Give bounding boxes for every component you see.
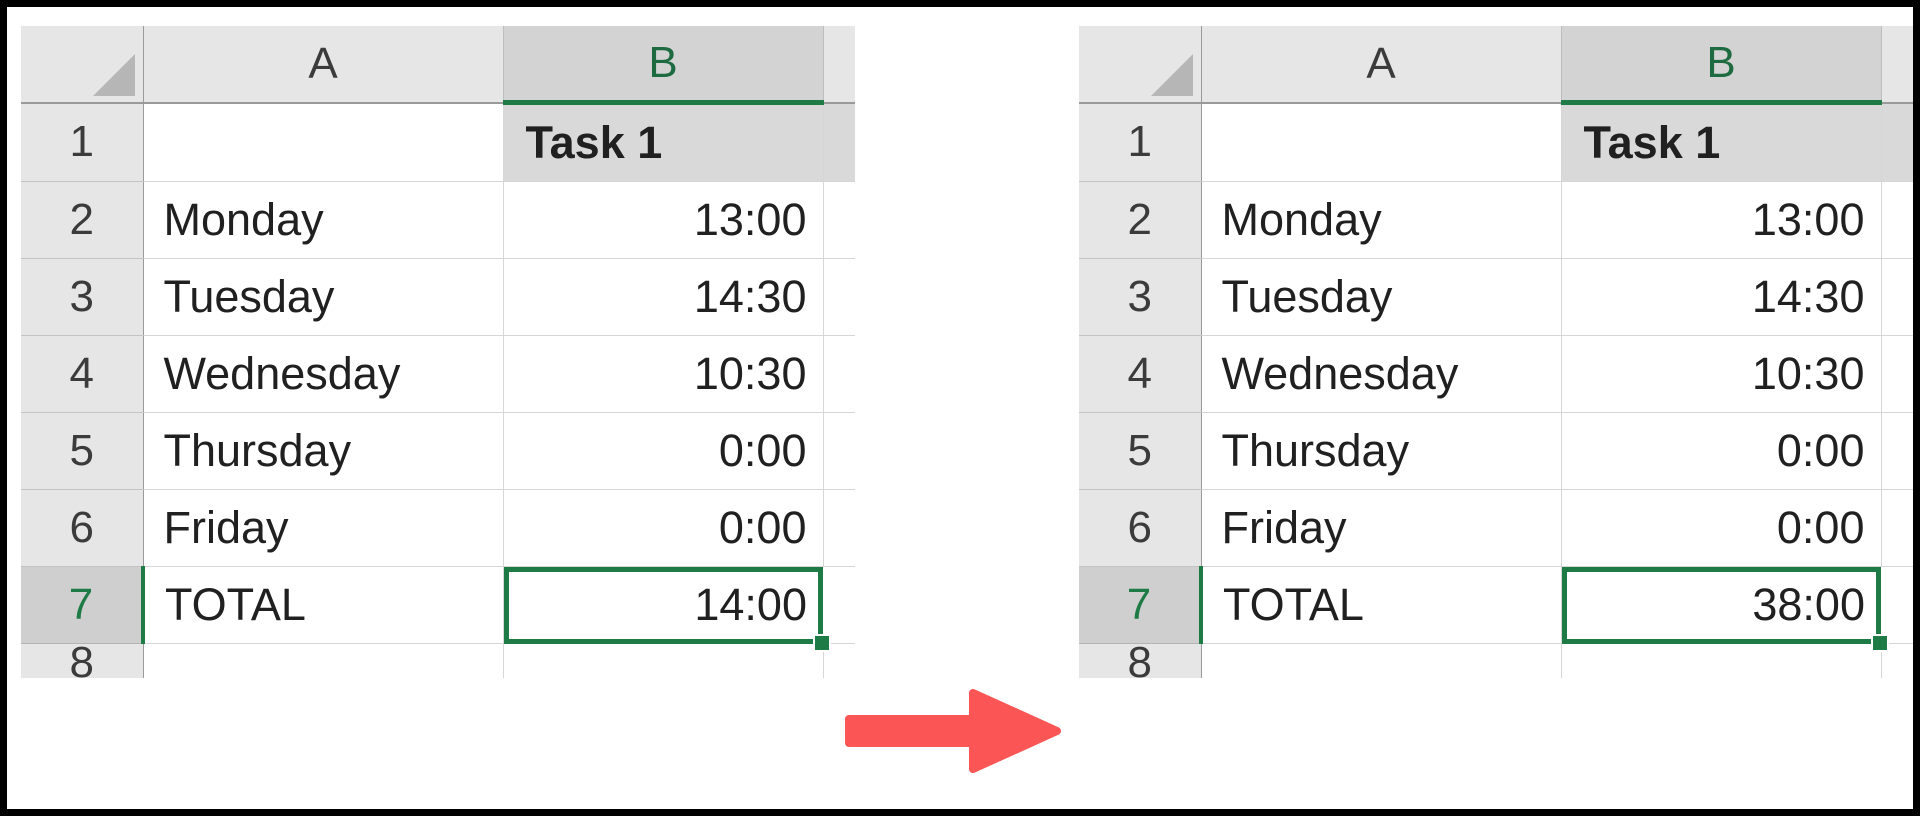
table-row: 5 Thursday 0:00 <box>21 412 855 490</box>
row-header-8[interactable]: 8 <box>21 643 144 678</box>
row-header-6[interactable]: 6 <box>21 489 144 567</box>
cell-c6[interactable] <box>823 489 855 567</box>
row-header-7[interactable]: 7 <box>21 566 145 644</box>
right-arrow-icon <box>845 689 1061 773</box>
worksheet-grid-after: A B 1 Task 1 2 Monday 13:00 3 Tuesday 14… <box>1079 26 1913 678</box>
row-header-6[interactable]: 6 <box>1079 489 1202 567</box>
cell-a8[interactable] <box>143 643 504 678</box>
cell-c2[interactable] <box>823 181 855 259</box>
cell-b4[interactable]: 10:30 <box>503 335 824 413</box>
cell-a6[interactable]: Friday <box>143 489 504 567</box>
cell-a7[interactable]: TOTAL <box>143 566 504 644</box>
column-header-a[interactable]: A <box>143 26 504 104</box>
cell-a5[interactable]: Thursday <box>1201 412 1562 490</box>
cell-c2[interactable] <box>1881 181 1913 259</box>
cell-a3[interactable]: Tuesday <box>143 258 504 336</box>
row-header-4[interactable]: 4 <box>1079 335 1202 413</box>
row-header-1[interactable]: 1 <box>1079 102 1202 182</box>
select-all-triangle-icon <box>1150 53 1193 96</box>
table-row-selected: 7 TOTAL 38:00 <box>1079 566 1913 652</box>
column-header-spacer <box>1881 26 1913 104</box>
cell-b7-active[interactable]: 38:00 <box>1561 566 1889 652</box>
cell-a4[interactable]: Wednesday <box>1201 335 1562 413</box>
table-row: 3 Tuesday 14:30 <box>21 258 855 336</box>
worksheet-grid-before: A B 1 Task 1 2 Monday 13:00 3 Tuesday 14… <box>21 26 855 678</box>
table-row: 1 Task 1 <box>1079 102 1913 182</box>
column-header-spacer <box>823 26 855 104</box>
cell-a7[interactable]: TOTAL <box>1201 566 1562 644</box>
cell-b8[interactable] <box>503 643 824 678</box>
cell-b2[interactable]: 13:00 <box>1561 181 1882 259</box>
cell-b7-active[interactable]: 14:00 <box>503 566 831 652</box>
cell-b1[interactable]: Task 1 <box>503 102 824 182</box>
row-header-3[interactable]: 3 <box>1079 258 1202 336</box>
table-row: 6 Friday 0:00 <box>21 489 855 567</box>
cell-c4[interactable] <box>1881 335 1913 413</box>
table-row-partial: 8 <box>1079 643 1913 678</box>
column-header-row: A B <box>21 26 855 105</box>
cell-a1[interactable] <box>143 102 504 182</box>
cell-a4[interactable]: Wednesday <box>143 335 504 413</box>
cell-a3[interactable]: Tuesday <box>1201 258 1562 336</box>
cell-b2[interactable]: 13:00 <box>503 181 824 259</box>
row-header-1[interactable]: 1 <box>21 102 144 182</box>
row-header-8[interactable]: 8 <box>1079 643 1202 678</box>
select-all-button[interactable] <box>21 26 144 104</box>
cell-a1[interactable] <box>1201 102 1562 182</box>
cell-c7[interactable] <box>1881 566 1913 644</box>
cell-b3[interactable]: 14:30 <box>1561 258 1882 336</box>
spreadsheet-before: A B 1 Task 1 2 Monday 13:00 3 Tuesday 14… <box>21 26 855 678</box>
cell-c1[interactable] <box>1881 102 1913 182</box>
cell-b6[interactable]: 0:00 <box>503 489 824 567</box>
cell-b1[interactable]: Task 1 <box>1561 102 1882 182</box>
screenshot-canvas: A B 1 Task 1 2 Monday 13:00 3 Tuesday 14… <box>7 7 1913 809</box>
table-row: 2 Monday 13:00 <box>1079 181 1913 259</box>
table-row: 4 Wednesday 10:30 <box>1079 335 1913 413</box>
cell-b3[interactable]: 14:30 <box>503 258 824 336</box>
cell-c5[interactable] <box>1881 412 1913 490</box>
cell-c7[interactable] <box>823 566 855 644</box>
cell-b5[interactable]: 0:00 <box>1561 412 1882 490</box>
select-all-button[interactable] <box>1079 26 1202 104</box>
cell-b4[interactable]: 10:30 <box>1561 335 1882 413</box>
cell-c4[interactable] <box>823 335 855 413</box>
row-header-7[interactable]: 7 <box>1079 566 1203 644</box>
column-header-b[interactable]: B <box>503 26 824 105</box>
cell-a8[interactable] <box>1201 643 1562 678</box>
column-header-a[interactable]: A <box>1201 26 1562 104</box>
cell-c1[interactable] <box>823 102 855 182</box>
fill-handle[interactable] <box>813 633 831 652</box>
cell-c3[interactable] <box>823 258 855 336</box>
row-header-3[interactable]: 3 <box>21 258 144 336</box>
table-row: 6 Friday 0:00 <box>1079 489 1913 567</box>
table-row: 3 Tuesday 14:30 <box>1079 258 1913 336</box>
cell-b6[interactable]: 0:00 <box>1561 489 1882 567</box>
row-header-2[interactable]: 2 <box>1079 181 1202 259</box>
table-row: 1 Task 1 <box>21 102 855 182</box>
cell-a2[interactable]: Monday <box>1201 181 1562 259</box>
cell-c6[interactable] <box>1881 489 1913 567</box>
cell-a6[interactable]: Friday <box>1201 489 1562 567</box>
spreadsheet-after: A B 1 Task 1 2 Monday 13:00 3 Tuesday 14… <box>1079 26 1913 678</box>
row-header-2[interactable]: 2 <box>21 181 144 259</box>
cell-a5[interactable]: Thursday <box>143 412 504 490</box>
table-row: 5 Thursday 0:00 <box>1079 412 1913 490</box>
select-all-triangle-icon <box>92 53 135 96</box>
cell-b5[interactable]: 0:00 <box>503 412 824 490</box>
cell-c3[interactable] <box>1881 258 1913 336</box>
table-row: 2 Monday 13:00 <box>21 181 855 259</box>
fill-handle[interactable] <box>1871 633 1889 652</box>
row-header-5[interactable]: 5 <box>21 412 144 490</box>
table-row-partial: 8 <box>21 643 855 678</box>
cell-b8[interactable] <box>1561 643 1882 678</box>
table-row-selected: 7 TOTAL 14:00 <box>21 566 855 652</box>
column-header-b[interactable]: B <box>1561 26 1882 105</box>
column-header-row: A B <box>1079 26 1913 105</box>
cell-c5[interactable] <box>823 412 855 490</box>
row-header-4[interactable]: 4 <box>21 335 144 413</box>
row-header-5[interactable]: 5 <box>1079 412 1202 490</box>
cell-a2[interactable]: Monday <box>143 181 504 259</box>
table-row: 4 Wednesday 10:30 <box>21 335 855 413</box>
